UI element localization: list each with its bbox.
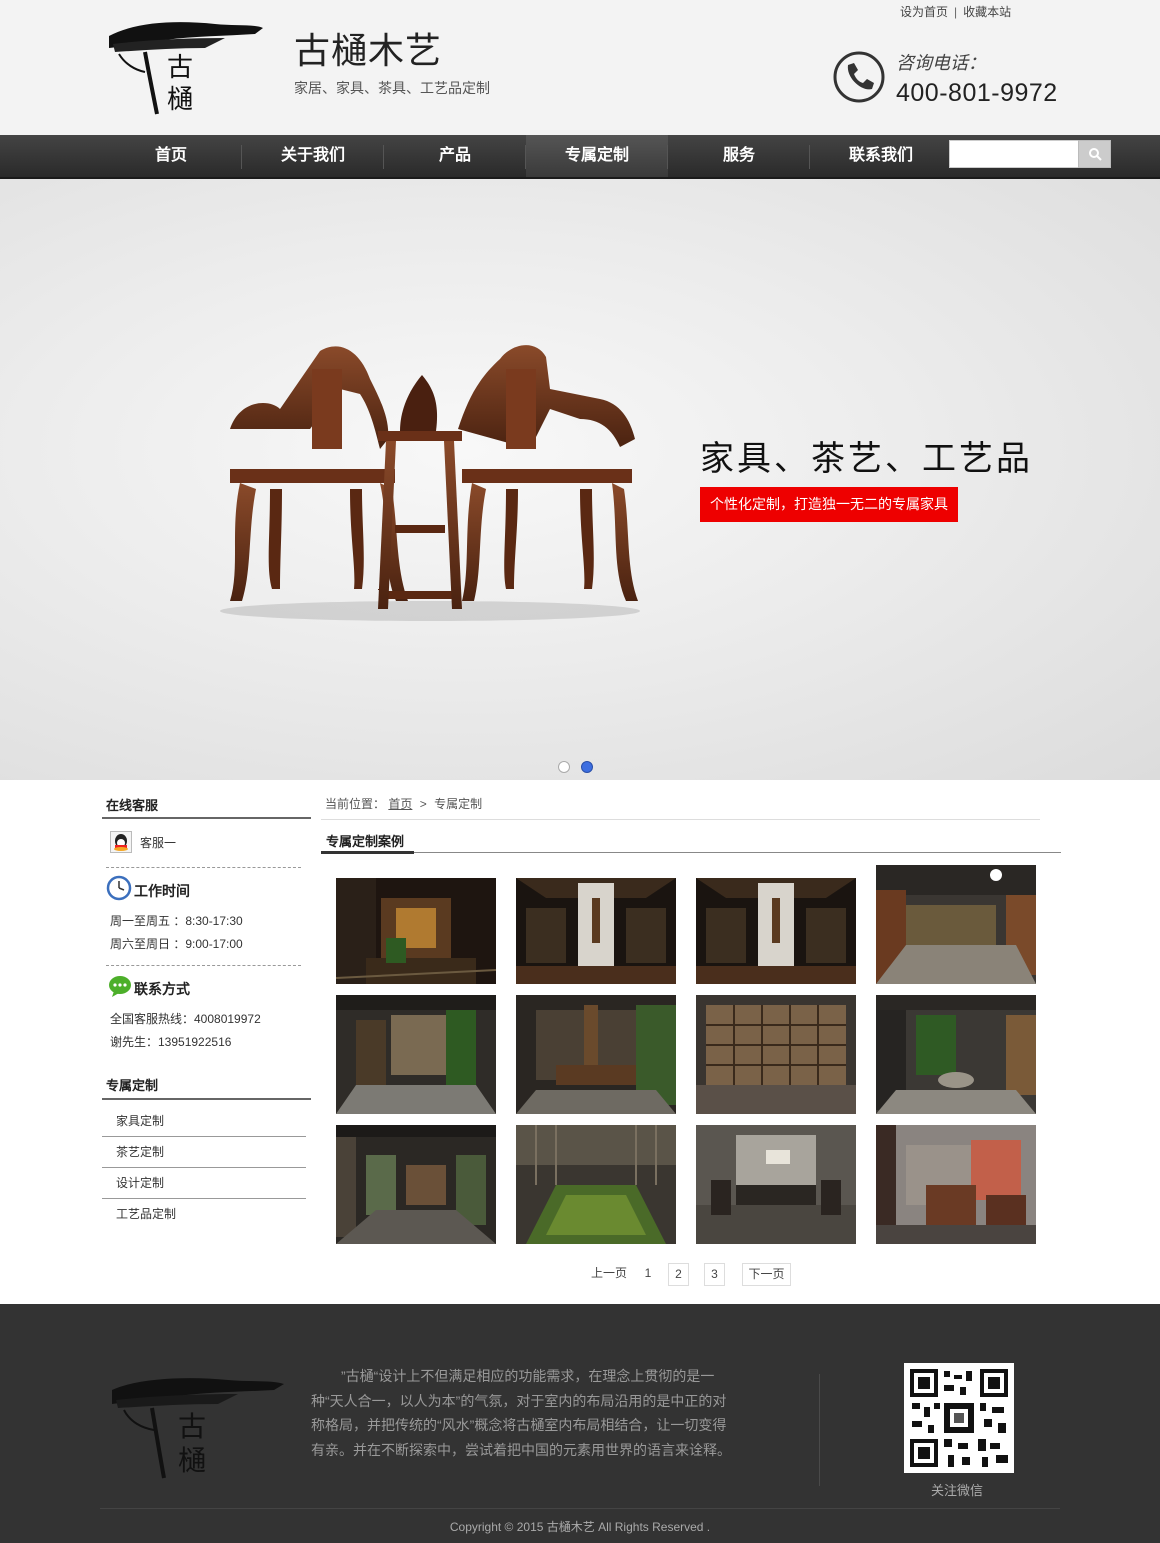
banner-cta-button[interactable]: 个性化定制，打造独一无二的专属家具 (700, 487, 958, 522)
case-thumbnail[interactable] (336, 1125, 496, 1244)
category-title-underline (102, 1098, 311, 1100)
nav-custom[interactable]: 专属定制 (526, 135, 668, 177)
breadcrumb: 当前位置： 首页 > 专属定制 (325, 795, 482, 812)
category-title: 专属定制 (106, 1078, 159, 1093)
work-hours-weekend: 周六至周日 ：9:00-17:00 (110, 937, 243, 951)
footer-divider (819, 1374, 820, 1486)
site-footer: 古 樋 ”古樋“设计上不但满足相应的功能需求，在理念上贯彻的是一种“天人合一，以… (0, 1304, 1160, 1543)
category-furniture[interactable]: 家具定制 (102, 1106, 306, 1137)
site-header: 古 樋 古樋木艺 家居、家具、茶具、工艺品定制 设为首页 | 收藏本站 咨询电话： … (0, 0, 1160, 135)
category-crafts[interactable]: 工艺品定制 (102, 1199, 306, 1230)
case-thumbnail[interactable] (696, 995, 856, 1114)
contact-title: 联系方式 (134, 981, 190, 997)
category-tea[interactable]: 茶艺定制 (102, 1137, 306, 1168)
set-homepage-link[interactable]: 设为首页 (900, 5, 948, 19)
pagination-next[interactable]: 下一页 (742, 1263, 791, 1286)
footer-about-text: ”古樋“设计上不但满足相应的功能需求，在理念上贯彻的是一种“天人合一，以人为本”… (311, 1368, 731, 1458)
clock-icon (106, 875, 132, 901)
breadcrumb-separator: > (419, 797, 427, 811)
category-design[interactable]: 设计定制 (102, 1168, 306, 1199)
footer-logo: 古 樋 (108, 1366, 288, 1482)
case-thumbnail[interactable] (696, 878, 856, 984)
sidebar-divider (106, 965, 301, 966)
case-thumbnail[interactable] (336, 878, 496, 984)
nav-about[interactable]: 关于我们 (242, 135, 384, 177)
footer-rule (100, 1508, 1060, 1509)
breadcrumb-divider (321, 819, 1040, 820)
breadcrumb-home-link[interactable]: 首页 (388, 797, 412, 811)
phone-icon (832, 50, 886, 104)
banner-furniture-image (200, 339, 660, 639)
site-subtitle: 家居、家具、茶具、工艺品定制 (294, 80, 490, 96)
slider-dot-1[interactable] (558, 761, 570, 773)
online-service-title: 在线客服 (106, 798, 159, 813)
case-thumbnail[interactable] (516, 995, 676, 1114)
banner-headline: 家具、茶艺、工艺品 (700, 439, 1033, 479)
service-agent-link[interactable]: 客服一 (140, 834, 176, 851)
slider-dot-2[interactable] (581, 761, 593, 773)
breadcrumb-current: 专属定制 (434, 797, 483, 811)
site-logo[interactable]: 古 樋 (105, 14, 265, 118)
contact-hotline: 全国客服热线：4008019972 (110, 1012, 261, 1026)
case-thumbnail[interactable] (876, 1125, 1036, 1244)
case-thumbnail[interactable] (516, 878, 676, 984)
breadcrumb-prefix: 当前位置： (325, 797, 386, 811)
section-title: 专属定制案例 (326, 834, 405, 849)
search-icon (1089, 148, 1102, 161)
pagination-page-3[interactable]: 3 (704, 1263, 725, 1286)
nav-home[interactable]: 首页 (100, 135, 242, 177)
top-links: 设为首页 | 收藏本站 (900, 3, 1011, 20)
section-divider (414, 852, 1061, 853)
svg-text:樋: 樋 (178, 1444, 206, 1477)
sidebar-title-underline (102, 817, 311, 819)
sidebar-divider (106, 867, 301, 868)
hero-banner: 家具、茶艺、工艺品 个性化定制，打造独一无二的专属家具 (0, 179, 1160, 780)
site-title: 古樋木艺 (294, 31, 443, 72)
case-thumbnail[interactable] (696, 1125, 856, 1244)
nav-products[interactable]: 产品 (384, 135, 526, 177)
main-nav: 首页 关于我们 产品 专属定制 服务 联系我们 (0, 135, 1160, 179)
chat-icon (108, 975, 132, 997)
case-thumbnail[interactable] (876, 865, 1036, 984)
contact-person: 谢先生：13951922516 (110, 1035, 232, 1049)
search-button[interactable] (1078, 140, 1111, 168)
work-hours-weekday: 周一至周五 ：8:30-17:30 (110, 914, 243, 928)
section-title-underline (321, 851, 414, 854)
copyright-text: Copyright © 2015 古樋木艺 All Rights Reserve… (449, 1520, 711, 1534)
svg-text:樋: 樋 (167, 85, 193, 115)
work-hours-title: 工作时间 (134, 883, 190, 899)
svg-text:古: 古 (167, 53, 193, 83)
pagination-page-2[interactable]: 2 (668, 1263, 689, 1286)
nav-service[interactable]: 服务 (668, 135, 810, 177)
case-thumbnail[interactable] (516, 1125, 676, 1244)
pagination-prev[interactable]: 上一页 (587, 1263, 631, 1286)
wechat-qr-code (904, 1363, 1014, 1473)
nav-contact[interactable]: 联系我们 (810, 135, 952, 177)
bookmark-link[interactable]: 收藏本站 (963, 5, 1011, 19)
case-thumbnail[interactable] (876, 995, 1036, 1114)
top-links-separator: | (954, 5, 958, 19)
wechat-label: 关注微信 (931, 1483, 984, 1498)
case-thumbnail[interactable] (336, 995, 496, 1114)
svg-text:古: 古 (178, 1410, 206, 1443)
pagination-page-1[interactable]: 1 (639, 1263, 657, 1286)
search-input[interactable] (949, 140, 1079, 168)
phone-number: 400-801-9972 (896, 79, 1058, 107)
phone-label: 咨询电话： (896, 53, 986, 73)
qq-icon[interactable] (110, 831, 132, 853)
